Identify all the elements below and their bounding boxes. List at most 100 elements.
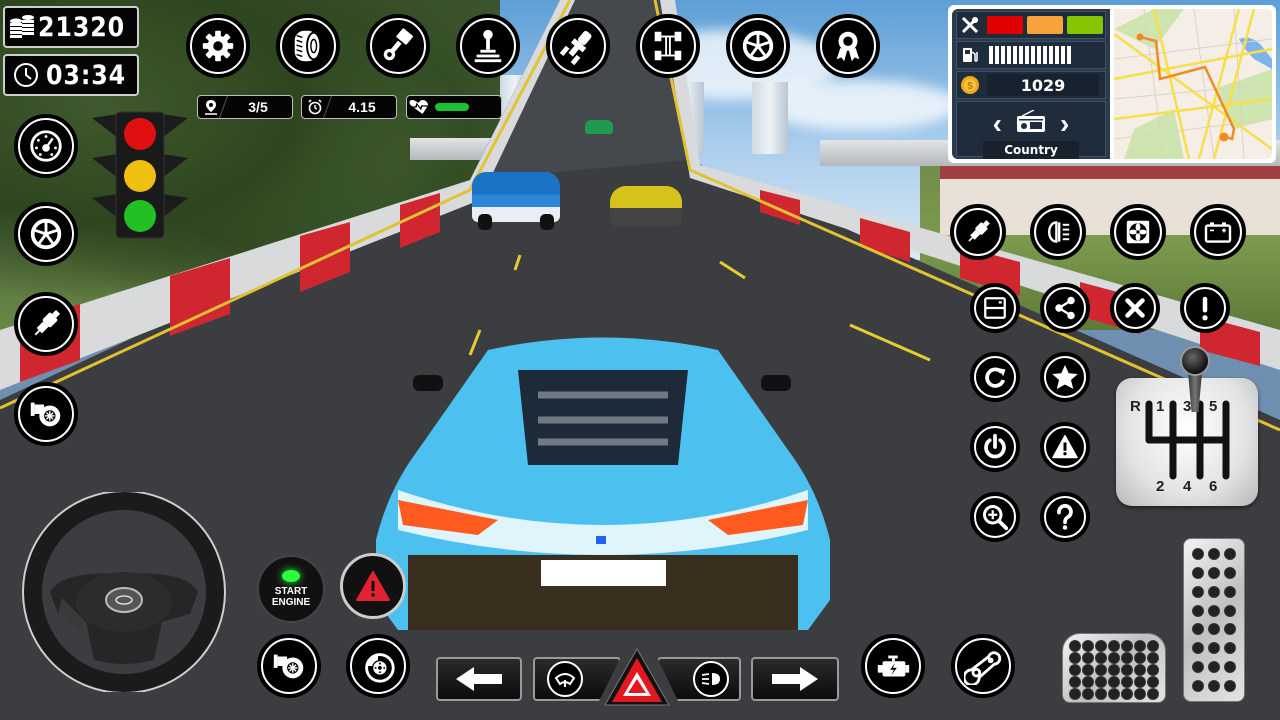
fuel-gauge: [989, 46, 1071, 64]
alarm-clock-icon: [297, 96, 333, 118]
timer-value: 03:34: [46, 59, 127, 91]
chassis-button[interactable]: [636, 14, 700, 78]
tools-icon: [957, 16, 983, 34]
spark-plug-button[interactable]: [14, 292, 78, 356]
tire-icon: [294, 30, 322, 62]
fuel-tick: [1067, 46, 1071, 64]
fuel-row: [956, 41, 1106, 69]
zoom-in-button[interactable]: [970, 492, 1020, 542]
headlights-button[interactable]: [1030, 204, 1086, 260]
gear-lever-button[interactable]: [456, 14, 520, 78]
close-button[interactable]: [1110, 283, 1160, 333]
pedal-grip-dot: [1120, 652, 1133, 664]
radio-station: Country: [983, 141, 1079, 159]
speedometer-button[interactable]: [14, 114, 78, 178]
warning-icon: [1052, 435, 1078, 459]
achievements-button[interactable]: [816, 14, 880, 78]
pedal-grip-dot: [1208, 604, 1220, 617]
pedal-grip-dot: [1107, 664, 1120, 676]
timing-belt-button[interactable]: [951, 634, 1015, 698]
gear-knob[interactable]: [1180, 346, 1210, 376]
warning-button[interactable]: [1040, 422, 1090, 472]
battery-button[interactable]: [1190, 204, 1246, 260]
minimap[interactable]: [1114, 9, 1272, 159]
question-icon: [1057, 503, 1073, 530]
speedometer-icon: [30, 130, 62, 162]
steering-wheel[interactable]: [22, 490, 226, 694]
alert-button[interactable]: [1180, 283, 1230, 333]
settings-button[interactable]: [186, 14, 250, 78]
pedal-grip-dot: [1224, 660, 1236, 673]
gear-2-label: 2: [1156, 478, 1165, 495]
radio-prev-button[interactable]: ‹: [993, 109, 1002, 137]
fuel-pump-icon: [957, 46, 983, 64]
pedal-grip-dot: [1120, 676, 1133, 688]
engine-check-icon: [877, 655, 910, 677]
race-time-value: 4.15: [348, 99, 376, 115]
race-time: 4.15: [297, 95, 397, 119]
gear-shifter[interactable]: R 1 3 5 2 4 6: [1116, 378, 1258, 506]
share-button[interactable]: [1040, 283, 1090, 333]
gear-3-label: 3: [1183, 398, 1192, 415]
engine-status-led: [282, 570, 300, 582]
start-engine-button[interactable]: START ENGINE: [257, 555, 325, 623]
pedal-grip-dot: [1192, 585, 1204, 598]
restart-button[interactable]: [970, 352, 1020, 402]
fan-button[interactable]: [1110, 204, 1166, 260]
radio-next-button[interactable]: ›: [1060, 109, 1069, 137]
gear-1-label: 1: [1156, 398, 1165, 415]
help-button[interactable]: [1040, 492, 1090, 542]
coin-value: 1029: [987, 74, 1099, 96]
rims-button[interactable]: [726, 14, 790, 78]
pedal-grip-dot: [1146, 652, 1159, 664]
pedal-grip-dot: [1224, 548, 1236, 561]
tires-button[interactable]: [276, 14, 340, 78]
zoom-in-icon: [983, 505, 1009, 531]
save-icon: [984, 297, 1006, 319]
pedal-grip-dot: [1069, 640, 1082, 652]
pedal-grip-dot: [1133, 676, 1146, 688]
power-button[interactable]: [970, 422, 1020, 472]
pedal-grip-dot: [1107, 640, 1120, 652]
fuel-tick: [1031, 46, 1035, 64]
favorite-button[interactable]: [1040, 352, 1090, 402]
pedal-grip-dot: [1208, 548, 1220, 561]
wheel-button[interactable]: [14, 202, 78, 266]
start-engine-label-1: START: [274, 586, 308, 597]
health-meter: [406, 95, 502, 119]
headlight-bulb-button[interactable]: [546, 14, 610, 78]
spark-plug-button[interactable]: [950, 204, 1006, 260]
pedal-grip-dot: [1095, 664, 1108, 676]
gear-4-label: 4: [1183, 478, 1192, 495]
pedal-grip-dot: [1069, 652, 1082, 664]
spark-plug-icon: [968, 220, 990, 242]
turn-right-button[interactable]: [751, 657, 839, 701]
green-light: [124, 200, 156, 232]
engine-piston-button[interactable]: [366, 14, 430, 78]
brake-disc-button[interactable]: [346, 634, 410, 698]
warning-icon: [356, 571, 390, 601]
turbo-button[interactable]: [14, 382, 78, 446]
engine-check-button[interactable]: [861, 634, 925, 698]
pedal-grip-dot: [1224, 567, 1236, 580]
pedal-grip-dot: [1107, 676, 1120, 688]
brake-pedal[interactable]: [1062, 633, 1166, 703]
turbo-button[interactable]: [257, 634, 321, 698]
damage-segment-orange: [1027, 16, 1063, 34]
gas-pedal[interactable]: [1183, 538, 1245, 702]
save-button[interactable]: [970, 283, 1020, 333]
timer-display: 03:34: [3, 54, 139, 96]
status-panel: $ 1029 ‹ › Country: [948, 5, 1276, 163]
warning-alert-button[interactable]: [340, 553, 406, 619]
pedal-grip-dot: [1208, 623, 1220, 636]
share-icon: [1055, 296, 1075, 320]
pedal-grip-dot: [1146, 664, 1159, 676]
coin-row: $ 1029: [956, 71, 1106, 99]
pedal-grip-dot: [1082, 640, 1095, 652]
turn-left-button[interactable]: [436, 657, 522, 701]
pedal-grip-dot: [1120, 688, 1133, 700]
pedal-grip-dot: [1192, 679, 1204, 692]
fuel-tick: [1007, 46, 1011, 64]
opponent-car-blue: [472, 172, 560, 230]
hazard-lights-button[interactable]: [604, 647, 670, 706]
